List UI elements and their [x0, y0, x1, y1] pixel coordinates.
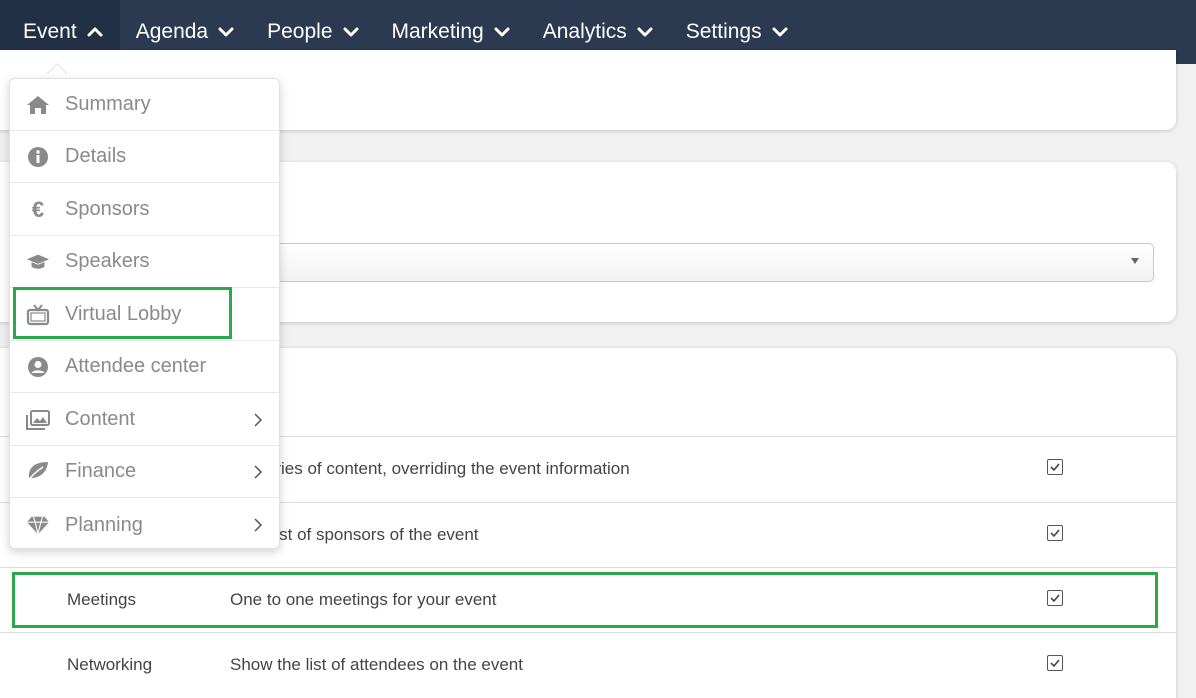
chevron-down-icon — [494, 27, 510, 37]
info-icon — [26, 145, 50, 169]
nav-label: Analytics — [542, 20, 627, 43]
chevron-right-icon — [254, 464, 263, 479]
caret-down-icon — [1131, 258, 1139, 264]
highlight-virtual-lobby — [13, 287, 232, 339]
check-icon — [1050, 463, 1060, 472]
menu-item-label: Attendee center — [65, 355, 207, 377]
menu-item-planning[interactable]: Planning — [10, 499, 279, 551]
feature-checkbox[interactable] — [1047, 459, 1063, 475]
menu-item-details[interactable]: Details — [10, 131, 279, 183]
nav-label: Settings — [685, 20, 762, 43]
menu-item-label: Speakers — [65, 250, 150, 272]
nav-label: People — [267, 20, 333, 43]
menu-item-attendee-center[interactable]: Attendee center — [10, 341, 279, 393]
event-select[interactable] — [270, 243, 1154, 282]
menu-item-finance[interactable]: Finance — [10, 446, 279, 498]
menu-item-speakers[interactable]: Speakers — [10, 236, 279, 288]
chevron-down-icon — [637, 27, 653, 37]
menu-item-sponsors[interactable]: € Sponsors — [10, 184, 279, 236]
gem-icon — [26, 513, 50, 537]
chevron-down-icon — [343, 27, 358, 37]
nav-label: Marketing — [391, 20, 484, 43]
menu-item-label: Planning — [65, 513, 143, 536]
chevron-up-icon — [87, 27, 103, 37]
leaf-icon — [26, 460, 50, 484]
chevron-down-icon — [218, 27, 234, 37]
menu-item-label: Content — [65, 408, 136, 430]
check-icon — [1050, 659, 1060, 668]
feature-description: y a series of content, overriding the ev… — [230, 459, 630, 478]
highlight-meetings-row — [12, 572, 1158, 628]
feature-checkbox[interactable] — [1047, 655, 1063, 671]
menu-item-content[interactable]: Content — [10, 394, 279, 446]
user-circle-icon — [26, 355, 50, 379]
home-icon — [26, 93, 50, 117]
euro-icon: € — [31, 196, 45, 222]
feature-checkbox[interactable] — [1047, 525, 1063, 541]
graduation-cap-icon — [26, 250, 50, 274]
check-icon — [1050, 529, 1060, 538]
feature-name: Networking — [67, 655, 153, 674]
nav-label: Agenda — [135, 20, 209, 43]
menu-item-label: Finance — [65, 460, 137, 482]
menu-item-label: Details — [65, 145, 127, 167]
menu-item-label: Summary — [65, 93, 151, 115]
chevron-right-icon — [254, 412, 263, 427]
chevron-right-icon — [254, 518, 263, 532]
feature-description: Show the list of attendees on the event — [230, 655, 523, 674]
chevron-down-icon — [772, 27, 788, 37]
table-row: Networking Show the list of attendees on… — [0, 632, 1176, 697]
nav-label: Event — [23, 20, 77, 43]
menu-item-label: Sponsors — [65, 198, 150, 220]
menu-item-summary[interactable]: Summary — [10, 79, 279, 131]
images-icon — [26, 408, 50, 432]
